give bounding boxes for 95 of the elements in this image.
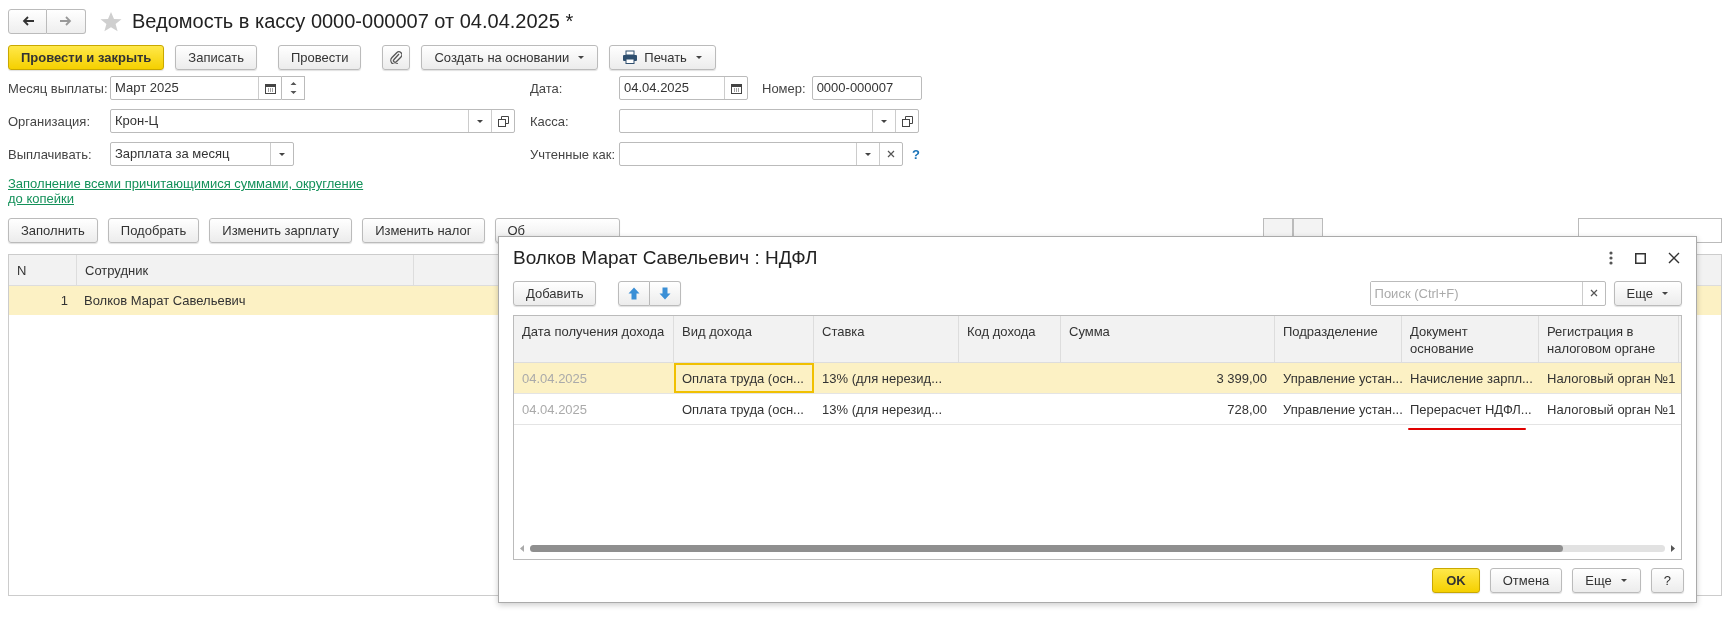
table-cell-text: 3 399,00 <box>1215 369 1268 388</box>
caret-icon <box>1661 290 1669 296</box>
column-header: Подразделение <box>1275 316 1402 362</box>
help-button[interactable]: ? <box>1650 568 1684 593</box>
table-button[interactable]: Подобрать <box>107 218 200 243</box>
dialog-title: Волков Марат Савельевич : НДФЛ <box>513 247 819 269</box>
table-row[interactable]: 04.04.2025 Оплата труда (осн... 13% (для нерезид... 728,00 Управление устан... Перерасчет НДФЛ... Налоговый орган №1 <box>514 394 1681 425</box>
more-button[interactable]: Еще <box>1572 568 1641 593</box>
column-header: Ставка <box>814 316 959 362</box>
input-field[interactable]: Зарплата за месяц <box>110 142 294 166</box>
open-icon <box>497 115 509 127</box>
help-link[interactable]: ? <box>912 146 920 162</box>
spinner-icon <box>289 81 297 95</box>
create-based-on-button[interactable]: Создать на основании <box>421 44 599 70</box>
field-label: Учтенные как: <box>530 146 617 162</box>
column-header: Код дохода <box>959 316 1061 362</box>
table-cell-text: Управление устан... <box>1282 369 1402 388</box>
table-button[interactable]: Заполнить <box>8 218 98 243</box>
table-cell-text: 1 <box>59 292 69 310</box>
table-cell-text: 728,00 <box>1226 400 1268 419</box>
table-cell-text: 04.04.2025 <box>521 369 589 388</box>
caret-icon <box>278 151 286 157</box>
column-header: Документ основание <box>1402 316 1539 362</box>
table-cell: Перерасчет НДФЛ... <box>1402 394 1539 424</box>
table-cell-text: 13% (для нерезид... <box>821 369 943 388</box>
window-title: Ведомость в кассу 0000-000007 от 04.04.2025 * <box>132 9 574 33</box>
table-row[interactable]: 04.04.2025 Оплата труда (осн... 13% (для нерезид... 3 399,00 Управление устан... Начисление зарпл... Налоговый орган №1 <box>514 363 1681 394</box>
table-cell-text: Налоговый орган №1 <box>1546 400 1677 419</box>
table-button[interactable]: Изменить налог <box>362 218 485 243</box>
field-label: Месяц выплаты: <box>8 80 109 96</box>
caret-icon <box>864 151 872 157</box>
scroll-right-icon <box>1671 544 1675 552</box>
caret-icon <box>694 54 703 60</box>
move-up-button[interactable] <box>618 280 651 306</box>
input-field[interactable] <box>619 109 919 133</box>
open-icon <box>901 115 913 127</box>
table-cell-text: 04.04.2025 <box>521 400 589 419</box>
input-field[interactable]: Март 2025 <box>110 76 282 100</box>
close-icon <box>1589 289 1598 297</box>
more-button[interactable]: Еще <box>1613 280 1682 306</box>
move-down-button[interactable] <box>650 280 682 306</box>
caret-icon <box>880 118 888 124</box>
column-header: Сотрудник <box>77 255 414 285</box>
field-label: Дата: <box>530 80 564 96</box>
printer-icon <box>622 50 639 64</box>
back-button[interactable] <box>8 8 47 34</box>
attach-button[interactable] <box>382 44 411 70</box>
toolbar-button[interactable]: Записать <box>175 44 257 70</box>
caret-icon <box>1619 578 1628 583</box>
fill-mode-link[interactable]: Заполнение всеми причитающимися суммами, округление до копейки <box>8 176 378 206</box>
field-label: Касса: <box>530 113 570 129</box>
maximize-icon[interactable] <box>1635 252 1646 264</box>
column-header: Вид дохода <box>674 316 814 362</box>
arrow-down-icon <box>659 286 672 300</box>
input-field[interactable] <box>619 142 903 166</box>
table-cell-text: 13% (для нерезид... <box>821 400 943 419</box>
field-label: Организация: <box>8 113 92 129</box>
field-label: Номер: <box>762 80 806 96</box>
print-button[interactable]: Печать <box>609 44 716 70</box>
spin-button[interactable] <box>282 76 305 100</box>
cancel-button[interactable]: Отмена <box>1489 568 1563 593</box>
close-icon[interactable] <box>1668 252 1680 264</box>
input-field[interactable]: 0000-000007 <box>811 76 922 100</box>
arrow-right-icon <box>59 15 73 27</box>
caret-icon <box>577 54 586 60</box>
caret-icon <box>476 118 484 124</box>
table-cell-text: Оплата труда (осн... <box>681 400 805 419</box>
table-cell-text: Управление устан... <box>1282 400 1402 419</box>
calendar-icon <box>264 82 276 94</box>
column-header: Дата получения дохода <box>514 316 674 362</box>
scroll-left-icon <box>520 544 524 552</box>
calendar-icon <box>730 82 742 94</box>
input-field[interactable]: 04.04.2025 <box>619 76 748 100</box>
scroll-thumb[interactable] <box>530 544 1563 552</box>
more-icon[interactable] <box>1609 251 1613 265</box>
table-cell: Оплата труда (осн... <box>674 363 814 393</box>
field-label: Выплачивать: <box>8 146 93 162</box>
toolbar-button[interactable]: Провести <box>277 44 362 70</box>
star-icon[interactable] <box>100 10 122 32</box>
ok-button[interactable]: OK <box>1432 568 1480 593</box>
column-header: N <box>9 255 77 285</box>
table-cell-text: Начисление зарпл... <box>1409 369 1534 388</box>
table-cell-text: Налоговый орган №1 <box>1546 369 1677 388</box>
paperclip-icon <box>390 50 403 64</box>
post-and-close-button[interactable]: Провести и закрыть <box>8 44 165 70</box>
column-header: Сумма <box>1061 316 1275 362</box>
search-field[interactable]: Поиск (Ctrl+F) <box>1369 280 1606 306</box>
table-button[interactable]: Изменить зарплату <box>209 218 353 243</box>
input-field[interactable]: Крон-Ц <box>110 109 515 133</box>
arrow-up-icon <box>628 286 641 300</box>
table-cell-text: Волков Марат Савельевич <box>83 292 247 310</box>
arrow-left-icon <box>20 15 35 27</box>
close-icon <box>887 150 895 158</box>
add-button[interactable]: Добавить <box>513 280 597 306</box>
column-header: Регистрация в налоговом органе <box>1539 316 1679 362</box>
